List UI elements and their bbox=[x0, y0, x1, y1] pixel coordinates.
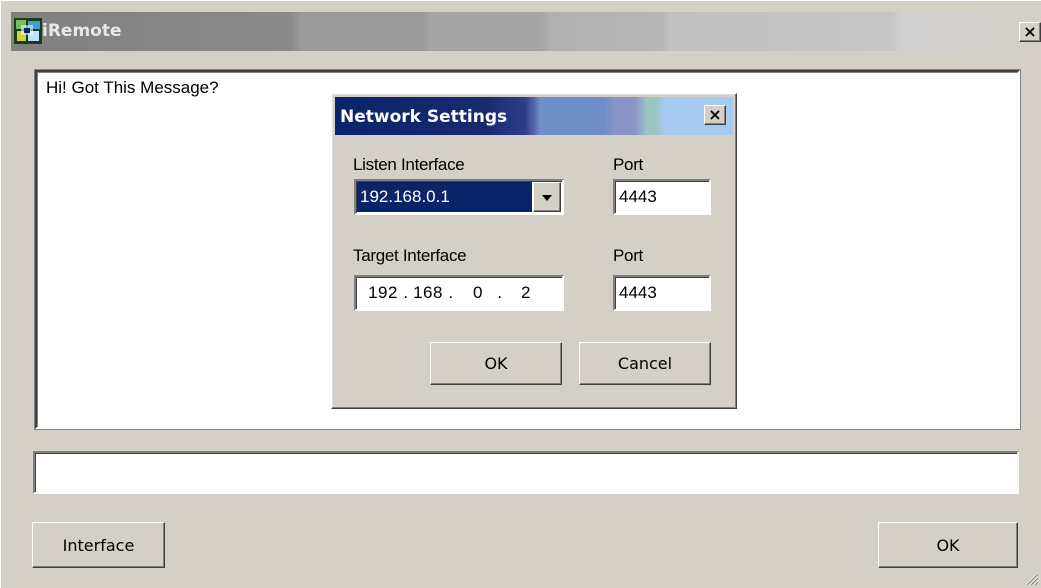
dialog-titlebar[interactable]: Network Settings × bbox=[335, 97, 733, 135]
ip-dot: . bbox=[497, 283, 503, 302]
ip-dot: . bbox=[403, 283, 409, 302]
target-port-label: Port bbox=[613, 246, 643, 265]
main-titlebar[interactable]: iRemote × bbox=[11, 12, 1041, 51]
ip-octet-1[interactable]: 192 bbox=[365, 277, 401, 308]
ip-octet-2[interactable]: 168 bbox=[410, 277, 446, 308]
interface-button-label: Interface bbox=[62, 535, 135, 555]
chevron-down-icon bbox=[542, 195, 552, 201]
resize-grip-icon[interactable] bbox=[1023, 570, 1039, 586]
ip-octet-4[interactable]: 2 bbox=[515, 277, 537, 308]
listen-interface-value: 192.168.0.1 bbox=[357, 182, 532, 212]
close-button[interactable]: × bbox=[1019, 22, 1041, 42]
dialog-close-button[interactable]: × bbox=[704, 105, 726, 125]
message-text: Hi! Got This Message? bbox=[46, 78, 219, 97]
target-interface-label: Target Interface bbox=[353, 246, 467, 265]
ok-button[interactable]: OK bbox=[878, 522, 1018, 568]
interface-button[interactable]: Interface bbox=[32, 522, 165, 568]
close-icon: × bbox=[1023, 22, 1037, 41]
dialog-ok-button[interactable]: OK bbox=[430, 342, 562, 385]
target-port-input[interactable]: 4443 bbox=[613, 275, 711, 311]
dialog-cancel-button[interactable]: Cancel bbox=[579, 342, 711, 385]
listen-interface-label: Listen Interface bbox=[353, 155, 465, 174]
listen-port-label: Port bbox=[613, 155, 643, 174]
network-settings-dialog: Network Settings × Listen Interface Port… bbox=[331, 93, 737, 409]
listen-port-input[interactable]: 4443 bbox=[613, 179, 711, 215]
message-input[interactable] bbox=[33, 451, 1019, 494]
app-icon bbox=[14, 18, 42, 44]
window-title: iRemote bbox=[42, 21, 122, 41]
ok-button-label: OK bbox=[936, 535, 960, 555]
dropdown-button[interactable] bbox=[533, 182, 561, 212]
listen-interface-select[interactable]: 192.168.0.1 bbox=[354, 179, 564, 215]
close-icon: × bbox=[708, 105, 722, 124]
ip-dot: . bbox=[448, 283, 454, 302]
dialog-cancel-label: Cancel bbox=[617, 354, 673, 373]
dialog-ok-label: OK bbox=[484, 354, 508, 373]
dialog-title: Network Settings bbox=[340, 107, 508, 127]
target-ip-input[interactable]: 192 . 168 . 0 . 2 bbox=[354, 275, 564, 311]
ip-octet-3[interactable]: 0 bbox=[467, 277, 489, 308]
